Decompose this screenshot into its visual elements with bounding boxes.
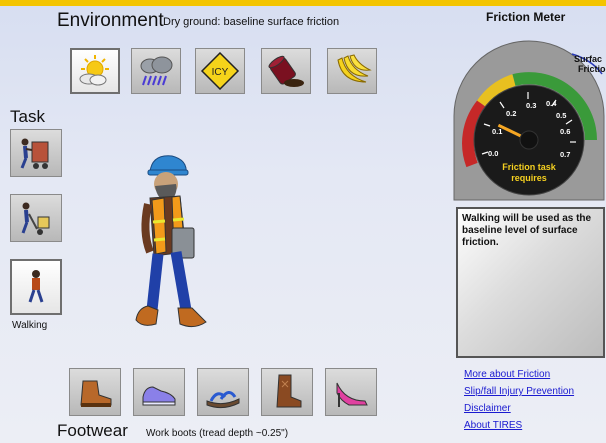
sun-cloud-icon — [79, 55, 109, 86]
surface-label-line1: Surfac — [574, 54, 602, 64]
environment-option-icy[interactable]: ICY — [195, 48, 245, 94]
worker-figure — [135, 155, 207, 328]
link-about[interactable]: About TIRES — [464, 420, 574, 431]
oil-spill-icon — [268, 55, 304, 87]
environment-title: Environment — [57, 10, 164, 31]
footwear-option-cowboy-boot[interactable] — [261, 368, 313, 416]
info-text: Walking will be used as the baseline lev… — [462, 213, 592, 248]
tick-0-0: 0.0 — [488, 149, 498, 158]
environment-option-rain[interactable] — [131, 48, 181, 94]
meter-hub — [519, 130, 539, 150]
tick-0-3: 0.3 — [526, 101, 536, 110]
footwear-option-work-boot[interactable] — [69, 368, 121, 416]
tick-0-1: 0.1 — [492, 127, 502, 136]
task-option-walking[interactable] — [10, 259, 62, 315]
info-panel: Walking will be used as the baseline lev… — [456, 207, 605, 358]
environment-description: Dry ground: baseline surface friction — [163, 16, 340, 28]
friction-meter: 0.0 0.1 0.2 0.3 0.4 0.5 0.6 0.7 Friction… — [453, 40, 606, 201]
tick-0-7: 0.7 — [560, 150, 570, 159]
work-boot-icon — [80, 380, 112, 407]
environment-option-oil[interactable] — [261, 48, 311, 94]
selected-task-label: Walking — [12, 320, 48, 331]
task-title: Task — [10, 107, 45, 126]
walking-icon — [28, 270, 44, 303]
cowboy-boot-icon — [276, 374, 302, 408]
footwear-option-sneaker[interactable] — [133, 368, 185, 416]
sandal-icon — [206, 391, 240, 409]
environment-option-banana[interactable] — [327, 48, 377, 94]
task-option-cart[interactable] — [10, 129, 62, 177]
icy-sign-icon: ICY — [200, 52, 240, 90]
link-disclaimer[interactable]: Disclaimer — [464, 403, 574, 414]
tick-0-6: 0.6 — [560, 127, 570, 136]
links-list: More about Friction Slip/fall Injury Pre… — [464, 369, 574, 437]
sneaker-icon — [142, 386, 176, 406]
rain-cloud-icon — [140, 56, 173, 86]
surface-label-line2: Frictio — [578, 64, 606, 74]
pushing-cart-icon — [20, 138, 49, 169]
footwear-option-high-heel[interactable] — [325, 368, 377, 416]
pulling-dolly-icon — [21, 202, 50, 235]
task-option-dolly[interactable] — [10, 194, 62, 242]
footwear-title: Footwear — [57, 421, 128, 440]
top-accent-bar — [0, 0, 606, 6]
bananas-icon — [337, 54, 372, 83]
required-label-line2: requires — [511, 173, 547, 183]
link-slip-fall[interactable]: Slip/fall Injury Prevention — [464, 386, 574, 397]
icy-sign-text: ICY — [212, 67, 229, 78]
high-heel-icon — [336, 382, 368, 407]
environment-option-sun[interactable] — [70, 48, 120, 94]
footwear-description: Work boots (tread depth ~0.25") — [146, 428, 289, 439]
tick-0-2: 0.2 — [506, 109, 516, 118]
tick-0-5: 0.5 — [556, 111, 566, 120]
link-more-friction[interactable]: More about Friction — [464, 369, 574, 380]
required-label-line1: Friction task — [502, 162, 557, 172]
meter-title: Friction Meter — [486, 10, 566, 24]
footwear-option-sandal[interactable] — [197, 368, 249, 416]
